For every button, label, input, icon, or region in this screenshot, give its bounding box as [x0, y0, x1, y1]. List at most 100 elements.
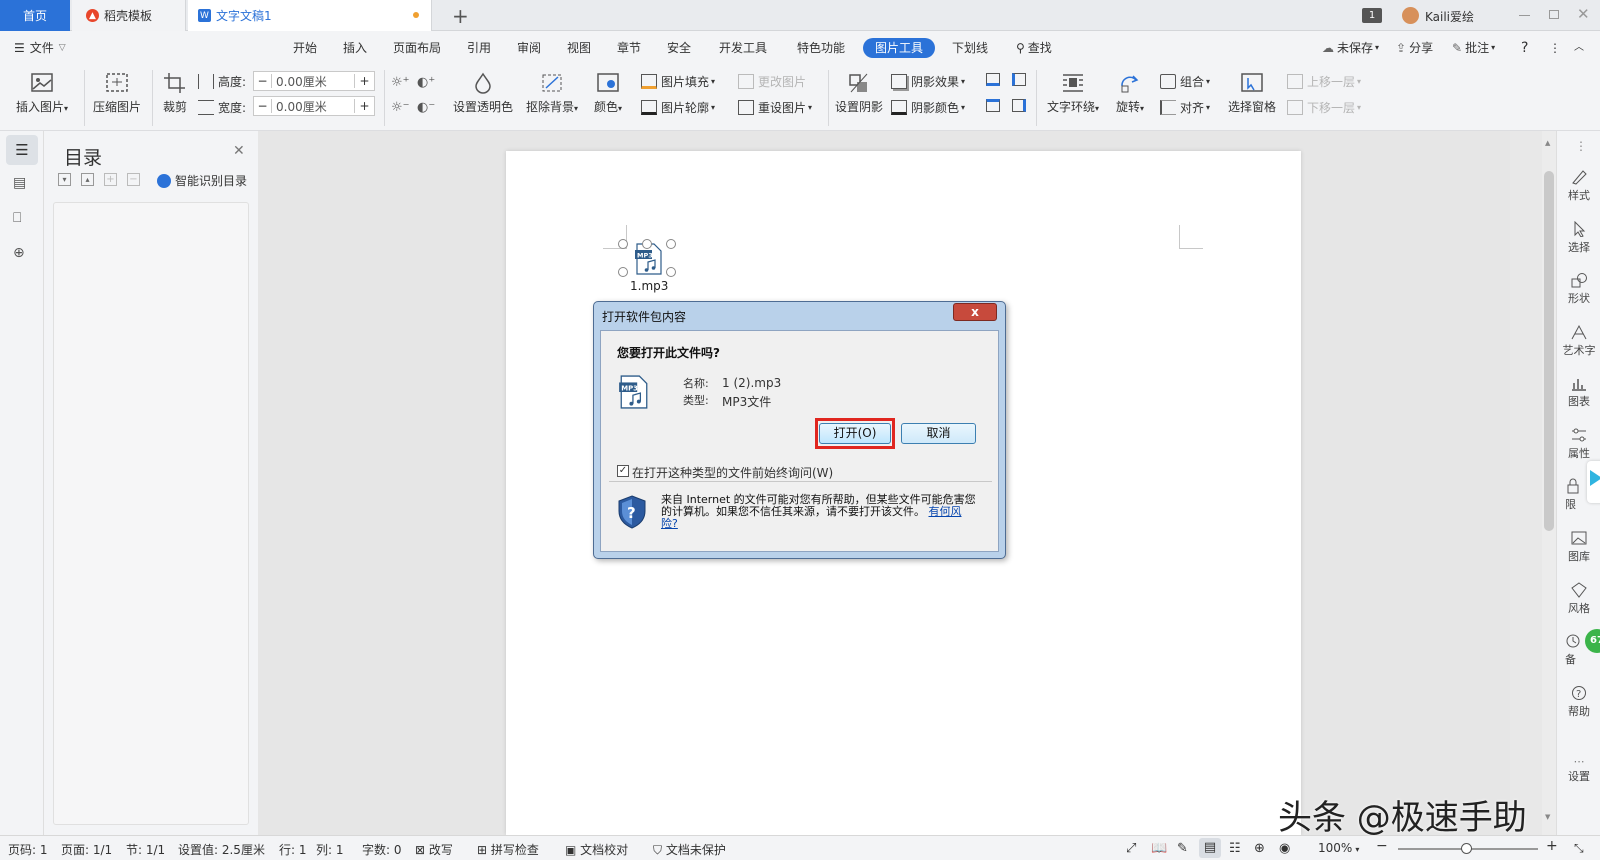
resize-handle[interactable] [666, 239, 676, 249]
set-shadow-button[interactable]: 设置阴影 [834, 72, 884, 115]
brightness-down-icon[interactable]: ☼⁻ [391, 100, 410, 115]
bookmark-icon[interactable]: ⎕ [13, 210, 21, 226]
menu-security[interactable]: 安全 [667, 38, 691, 58]
gallery-button[interactable]: 图库 [1557, 530, 1600, 564]
menu-chapter[interactable]: 章节 [617, 38, 641, 58]
align-button[interactable]: 对齐 ▾ [1160, 99, 1210, 116]
menu-special-features[interactable]: 特色功能 [797, 38, 845, 58]
compress-picture-button[interactable]: 压缩图片 [90, 72, 144, 115]
reset-picture-button[interactable]: 重设图片 ▾ [738, 99, 812, 116]
insert-picture-button[interactable]: 插入图片▾ [10, 72, 74, 115]
text-wrap-button[interactable]: 文字环绕▾ [1042, 72, 1104, 115]
resize-handle[interactable] [666, 267, 676, 277]
unsaved-cloud-button[interactable]: ☁ 未保存 ▾ [1322, 38, 1379, 58]
collapse-ribbon-icon[interactable]: ︿ [1574, 38, 1584, 58]
send-backward-button[interactable]: 下移一层 ▾ [1287, 99, 1361, 116]
shape-button[interactable]: 形状 [1557, 272, 1600, 306]
menu-picture-tools[interactable]: 图片工具 [863, 38, 936, 58]
style-theme-button[interactable]: 风格 [1557, 582, 1600, 616]
shadow-nudge-up-icon[interactable] [986, 73, 1000, 86]
help-icon[interactable]: ? [1521, 38, 1528, 58]
color-button[interactable]: 颜色▾ [590, 72, 626, 115]
select-button[interactable]: 选择 [1557, 221, 1600, 255]
tab-daoke[interactable]: ▲ 稻壳模板 [72, 0, 186, 31]
user-avatar[interactable] [1402, 7, 1419, 24]
menu-view[interactable]: 视图 [567, 38, 591, 58]
zoom-slider-handle[interactable] [1461, 843, 1472, 854]
settings-button[interactable]: ⋯ 设置 [1557, 755, 1600, 784]
user-name[interactable]: Kaili爱绘 [1425, 8, 1474, 25]
scroll-up-icon[interactable]: ▲ [1545, 139, 1550, 147]
zoom-in-icon[interactable]: + [1546, 838, 1558, 854]
new-tab-button[interactable]: + [452, 4, 469, 28]
shadow-effect-button[interactable]: 阴影效果 ▾ [891, 73, 965, 90]
embedded-mp3-object[interactable]: MP3 1.mp3 [618, 239, 682, 299]
help-button[interactable]: ? 帮助 [1557, 685, 1600, 719]
menu-insert[interactable]: 插入 [343, 38, 367, 58]
scroll-down-icon[interactable]: ▼ [1545, 813, 1550, 821]
style-button[interactable]: 样式 [1557, 169, 1600, 203]
dialog-close-button[interactable]: x [953, 303, 997, 321]
properties-button[interactable]: 属性 [1557, 427, 1600, 461]
more-options-icon[interactable]: ⋮ [1549, 38, 1561, 58]
shadow-nudge-down-icon[interactable] [986, 99, 1000, 112]
web-view-icon[interactable]: ⊕ [1254, 841, 1265, 856]
menu-developer[interactable]: 开发工具 [719, 38, 767, 58]
fullscreen-icon[interactable]: ⤢ [1126, 841, 1136, 856]
page-view-icon[interactable]: ▤ [1199, 838, 1221, 858]
eye-protect-icon[interactable]: ◉ [1279, 841, 1290, 856]
tab-document[interactable]: W 文字文稿1 [188, 0, 432, 31]
zoom-level[interactable]: 100% ▾ [1318, 841, 1359, 855]
document-protection[interactable]: ⛉ 文档未保护 [653, 841, 726, 858]
width-spinbox[interactable]: − 0.00厘米 + [253, 96, 375, 116]
contrast-up-icon[interactable]: ◐⁺ [417, 75, 435, 90]
expand-up-icon[interactable]: ▴ [81, 173, 94, 186]
outline-view-icon[interactable]: ☷ [1229, 841, 1241, 856]
vertical-scrollbar[interactable]: ▲ ▼ [1542, 131, 1556, 835]
remove-heading-icon[interactable]: − [127, 173, 140, 186]
resize-handle[interactable] [618, 267, 628, 277]
open-button[interactable]: 打开(O) [819, 423, 891, 444]
picture-fill-button[interactable]: 图片填充 ▾ [641, 73, 715, 90]
floating-app-icon[interactable] [1587, 461, 1600, 503]
wordart-button[interactable]: 艺术字 [1557, 324, 1600, 358]
zoom-search-icon[interactable]: ⊕ [13, 245, 25, 261]
width-input[interactable]: 0.00厘米 [272, 98, 354, 115]
set-transparent-button[interactable]: 设置透明色 [451, 72, 515, 115]
share-button[interactable]: ⇪ 分享 [1396, 38, 1433, 58]
comment-button[interactable]: ✎ 批注 ▾ [1452, 38, 1495, 58]
shadow-nudge-left-icon[interactable] [1012, 73, 1026, 86]
contrast-down-icon[interactable]: ◐⁻ [417, 100, 435, 115]
height-spinbox[interactable]: − 0.00厘米 + [253, 71, 375, 91]
height-decrement-button[interactable]: − [254, 74, 272, 88]
width-increment-button[interactable]: + [354, 99, 374, 113]
file-menu[interactable]: ☰ 文件 ▽ [14, 38, 66, 58]
chart-button[interactable]: 图表 [1557, 375, 1600, 409]
always-ask-checkbox[interactable]: ✓ [617, 465, 629, 477]
rotate-button[interactable]: 旋转▾ [1110, 72, 1150, 115]
edit-mode-icon[interactable]: ✎ [1177, 841, 1188, 856]
shadow-color-button[interactable]: 阴影颜色 ▾ [891, 99, 965, 116]
height-input[interactable]: 0.00厘米 [272, 73, 354, 90]
menu-start[interactable]: 开始 [293, 38, 317, 58]
close-window-icon[interactable]: ✕ [1577, 5, 1590, 23]
fit-page-icon[interactable]: ⤡ [1574, 841, 1584, 856]
menu-search[interactable]: ⚲ 查找 [1016, 38, 1052, 58]
width-decrement-button[interactable]: − [254, 99, 272, 113]
cancel-button[interactable]: 取消 [901, 423, 976, 444]
brightness-up-icon[interactable]: ☼⁺ [391, 75, 410, 90]
menu-references[interactable]: 引用 [467, 38, 491, 58]
remove-background-button[interactable]: 抠除背景▾ [521, 72, 583, 115]
read-mode-icon[interactable]: 📖 [1151, 841, 1167, 856]
shadow-nudge-right-icon[interactable] [1012, 99, 1026, 112]
status-setting-value[interactable]: 设置值: 2.5厘米 [178, 841, 265, 858]
toc-list-icon[interactable]: ☰ [6, 135, 38, 165]
maximize-icon[interactable] [1549, 10, 1559, 19]
tab-home[interactable]: 首页 [0, 0, 70, 31]
zoom-out-icon[interactable]: − [1376, 838, 1388, 854]
always-ask-label[interactable]: 在打开这种类型的文件前始终询问(W) [632, 464, 833, 481]
picture-outline-button[interactable]: 图片轮廓 ▾ [641, 99, 715, 116]
resize-handle[interactable] [618, 239, 628, 249]
pages-icon[interactable]: ▤ [13, 175, 26, 191]
menu-review[interactable]: 审阅 [517, 38, 541, 58]
